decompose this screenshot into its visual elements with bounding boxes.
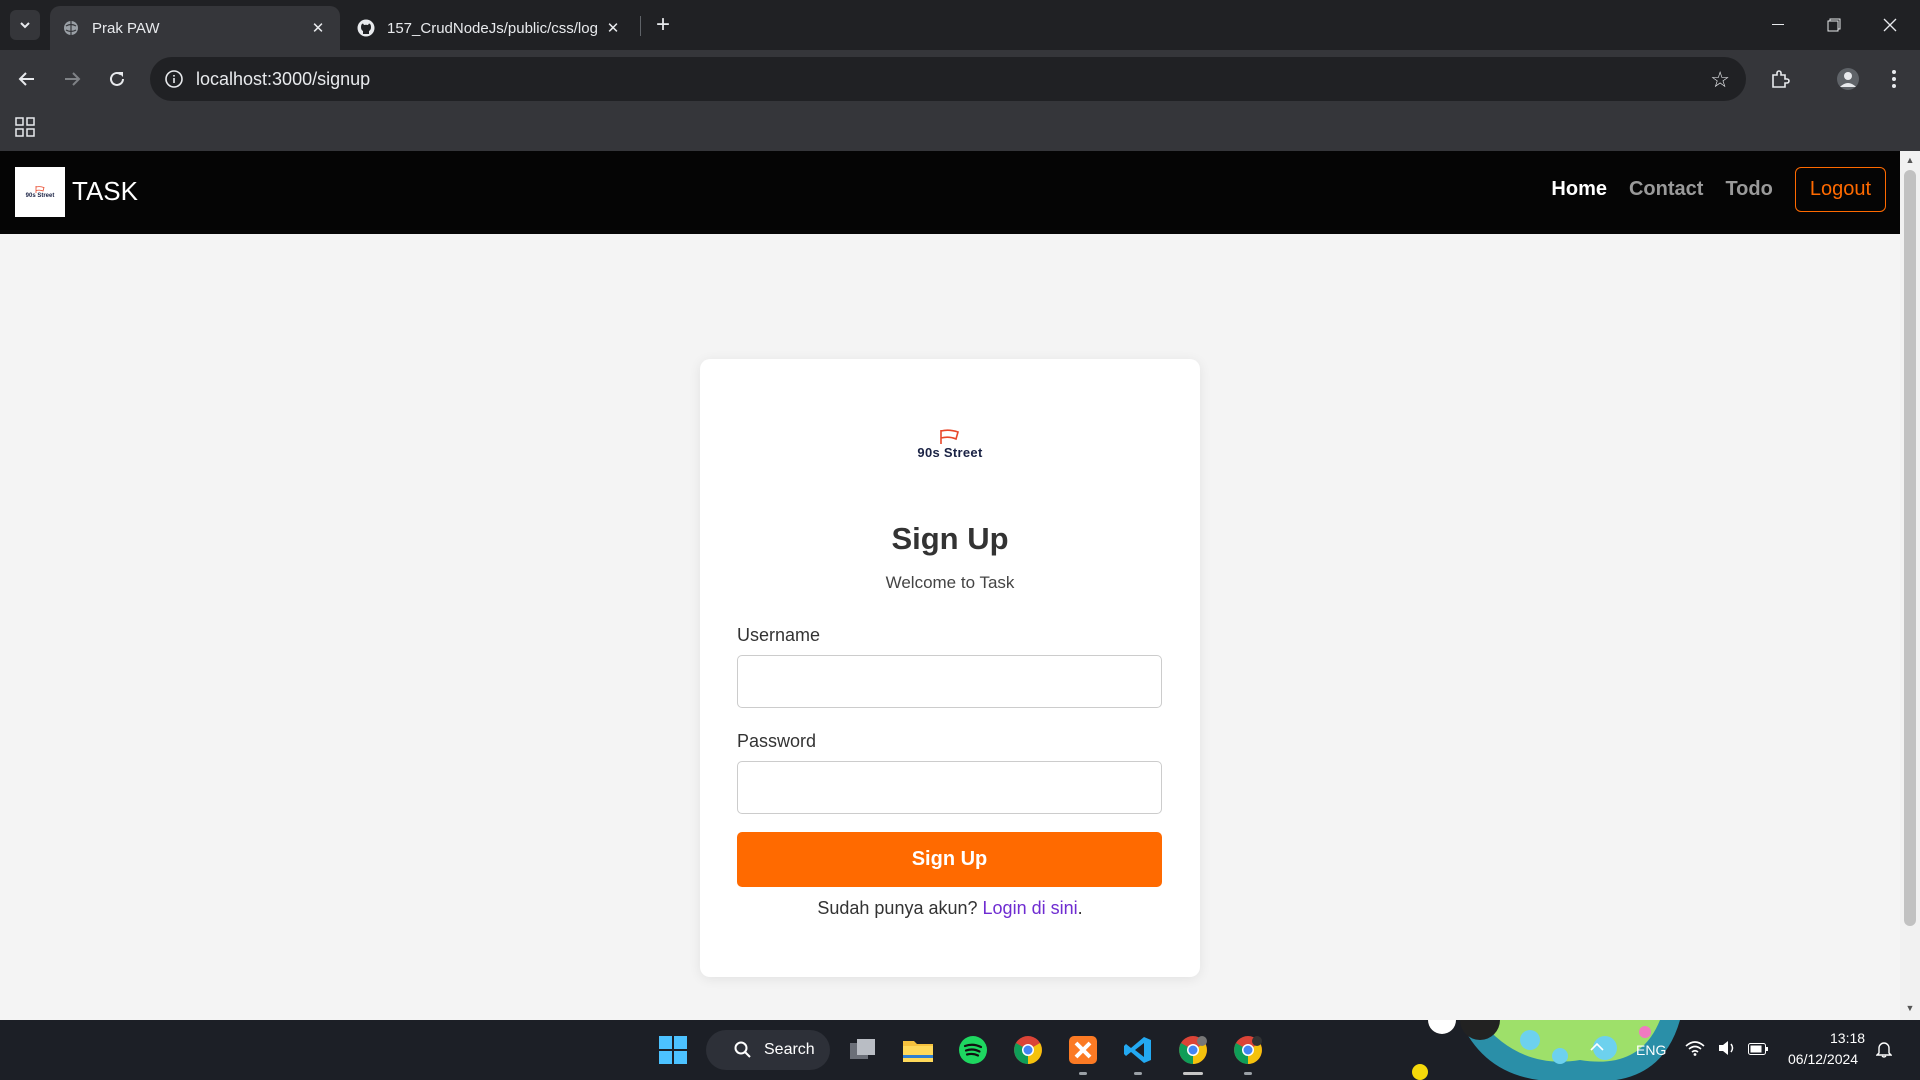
task-view-icon[interactable] <box>845 1032 881 1068</box>
search-label: Search <box>764 1041 815 1058</box>
restore-icon[interactable] <box>1806 0 1862 50</box>
page-title: Sign Up <box>891 521 1009 556</box>
search-icon <box>734 1041 751 1058</box>
wifi-icon[interactable] <box>1685 1040 1705 1059</box>
close-window-icon[interactable] <box>1862 0 1918 50</box>
menu-icon[interactable] <box>1877 62 1911 96</box>
page-subtitle: Welcome to Task <box>885 573 1015 592</box>
logo-text: 90s Street <box>917 445 983 460</box>
logo-text: 90s Street <box>25 192 55 199</box>
flag-icon <box>940 429 959 444</box>
url-text: localhost:3000/signup <box>196 69 371 89</box>
back-icon[interactable] <box>10 62 44 96</box>
plus-icon[interactable]: + <box>650 11 676 38</box>
tab-divider <box>640 16 641 36</box>
signup-card: 90s Street Sign Up Welcome to Task Usern… <box>700 359 1200 977</box>
notification-icon[interactable] <box>1875 1040 1893 1061</box>
address-bar[interactable]: localhost:3000/signup ☆ <box>150 57 1746 101</box>
star-icon[interactable]: ☆ <box>1710 67 1730 93</box>
tab-title: Prak PAW <box>92 19 160 37</box>
running-indicator <box>1079 1072 1087 1075</box>
browser-tabstrip: Prak PAW ✕ 157_CrudNodeJs/public/css/log… <box>0 0 1920 50</box>
browser-toolbar: localhost:3000/signup ☆ <box>0 50 1920 108</box>
chrome-profile-icon[interactable] <box>1175 1032 1211 1068</box>
chrome-icon[interactable] <box>1010 1032 1046 1068</box>
close-icon[interactable]: ✕ <box>308 18 328 38</box>
globe-icon <box>62 19 80 37</box>
spotify-icon[interactable] <box>955 1032 991 1068</box>
volume-icon[interactable] <box>1718 1040 1736 1059</box>
flag-icon <box>35 185 45 193</box>
info-icon[interactable] <box>164 69 184 89</box>
login-suffix: . <box>1077 898 1083 918</box>
nav-link-home[interactable]: Home <box>1551 178 1607 201</box>
battery-icon[interactable] <box>1748 1042 1768 1058</box>
nav-links: Home Contact Todo Logout <box>1551 167 1886 212</box>
reload-icon[interactable] <box>100 62 134 96</box>
username-label: Username <box>737 625 821 645</box>
taskbar-search[interactable]: Search <box>706 1030 830 1070</box>
profile-icon[interactable] <box>1831 62 1865 96</box>
login-link[interactable]: Login di sini <box>983 898 1078 918</box>
logout-button[interactable]: Logout <box>1794 167 1886 212</box>
extensions-icon[interactable] <box>1763 62 1797 96</box>
tab-title: 157_CrudNodeJs/public/css/log <box>387 19 598 37</box>
apps-icon[interactable] <box>15 117 35 137</box>
nav-link-todo[interactable]: Todo <box>1725 178 1772 201</box>
running-indicator <box>1244 1072 1252 1075</box>
forward-icon[interactable] <box>55 62 89 96</box>
chevron-up-icon[interactable] <box>1590 1039 1604 1055</box>
tab-github[interactable]: 157_CrudNodeJs/public/css/log ✕ <box>345 6 635 50</box>
scroll-up-icon[interactable]: ▲ <box>1904 155 1916 167</box>
close-icon[interactable]: ✕ <box>603 18 623 38</box>
password-label: Password <box>737 731 817 751</box>
scroll-down-icon[interactable]: ▼ <box>1904 1003 1916 1015</box>
scrollbar-thumb[interactable] <box>1904 170 1916 926</box>
login-prompt-text: Sudah punya akun? <box>817 898 978 918</box>
username-input[interactable] <box>737 655 1162 708</box>
language-indicator[interactable]: ENG <box>1636 1042 1666 1058</box>
vscode-icon[interactable] <box>1120 1032 1156 1068</box>
web-page: 90s Street TASK Home Contact Todo Logout… <box>0 151 1900 1020</box>
nav-link-contact[interactable]: Contact <box>1629 178 1703 201</box>
file-explorer-icon[interactable] <box>900 1032 936 1068</box>
site-navbar: 90s Street TASK Home Contact Todo Logout <box>0 151 1900 234</box>
minimize-icon[interactable] <box>1750 0 1806 50</box>
tab-search-icon[interactable] <box>10 10 40 40</box>
card-logo: 90s Street <box>700 429 1200 460</box>
clock-time[interactable]: 13:18 <box>1830 1030 1865 1046</box>
brand-name[interactable]: TASK <box>72 176 138 207</box>
windows-start-icon[interactable] <box>655 1032 691 1068</box>
clock-date[interactable]: 06/12/2024 <box>1788 1051 1858 1067</box>
bookmarks-bar <box>0 108 1920 151</box>
xampp-icon[interactable] <box>1065 1032 1101 1068</box>
running-indicator <box>1183 1072 1203 1075</box>
signup-button[interactable]: Sign Up <box>737 832 1162 887</box>
password-input[interactable] <box>737 761 1162 814</box>
tab-prak-paw[interactable]: Prak PAW ✕ <box>50 6 340 50</box>
github-icon <box>357 19 375 37</box>
chrome-profile-icon[interactable] <box>1230 1032 1266 1068</box>
brand-logo[interactable]: 90s Street <box>15 167 65 217</box>
login-prompt: Sudah punya akun? Login di sini. <box>700 898 1200 919</box>
running-indicator <box>1134 1072 1142 1075</box>
